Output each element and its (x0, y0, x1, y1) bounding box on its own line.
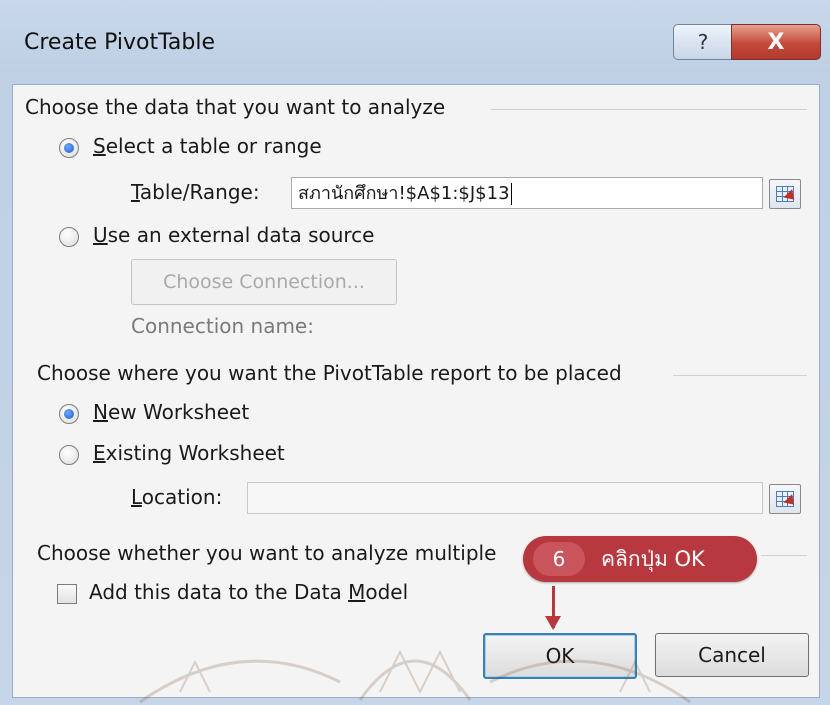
step-instruction: คลิกปุ่ม OK (601, 547, 705, 571)
dialog-title: Create PivotTable (24, 30, 215, 55)
dialog-window: Create PivotTable ? X Choose the data th… (0, 0, 830, 705)
close-button[interactable]: X (731, 24, 821, 60)
help-button[interactable]: ? (673, 24, 733, 60)
section-divider (673, 375, 807, 376)
help-icon: ? (697, 30, 709, 54)
university-seal-watermark (139, 649, 691, 704)
select-range-label[interactable]: Select a table or range (93, 134, 322, 158)
location-input[interactable] (247, 482, 763, 514)
section-divider (491, 109, 807, 110)
table-range-input[interactable]: สภานักศึกษา!$A$1:$J$13 (291, 177, 763, 209)
choose-connection-button[interactable]: Choose Connection... (131, 259, 397, 305)
step-number-badge: 6 (533, 542, 585, 576)
placement-section-heading: Choose where you want the PivotTable rep… (37, 361, 622, 385)
connection-name-label: Connection name: (131, 314, 314, 338)
title-bar: Create PivotTable ? X (0, 0, 830, 84)
close-icon: X (767, 29, 785, 55)
new-worksheet-label[interactable]: New Worksheet (93, 400, 249, 424)
dialog-content: Choose the data that you want to analyze… (12, 84, 820, 698)
data-model-checkbox[interactable] (57, 584, 77, 604)
location-collapse-button[interactable] (769, 484, 801, 514)
new-worksheet-radio[interactable] (59, 404, 79, 424)
section-divider (761, 555, 807, 556)
table-range-label: Table/Range: (131, 180, 260, 204)
select-range-radio[interactable] (59, 138, 79, 158)
text-cursor (510, 183, 512, 205)
existing-worksheet-radio[interactable] (59, 445, 79, 465)
external-source-label[interactable]: Use an external data source (93, 223, 375, 247)
data-model-label[interactable]: Add this data to the Data Model (89, 580, 408, 604)
table-range-collapse-button[interactable] (769, 179, 801, 209)
data-section-heading: Choose the data that you want to analyze (25, 95, 446, 119)
existing-worksheet-label[interactable]: Existing Worksheet (93, 441, 285, 465)
multiple-section-heading: Choose whether you want to analyze multi… (37, 541, 497, 565)
step-callout: 6 คลิกปุ่ม OK (523, 536, 757, 582)
location-label: Location: (131, 485, 223, 509)
external-source-radio[interactable] (59, 227, 79, 247)
